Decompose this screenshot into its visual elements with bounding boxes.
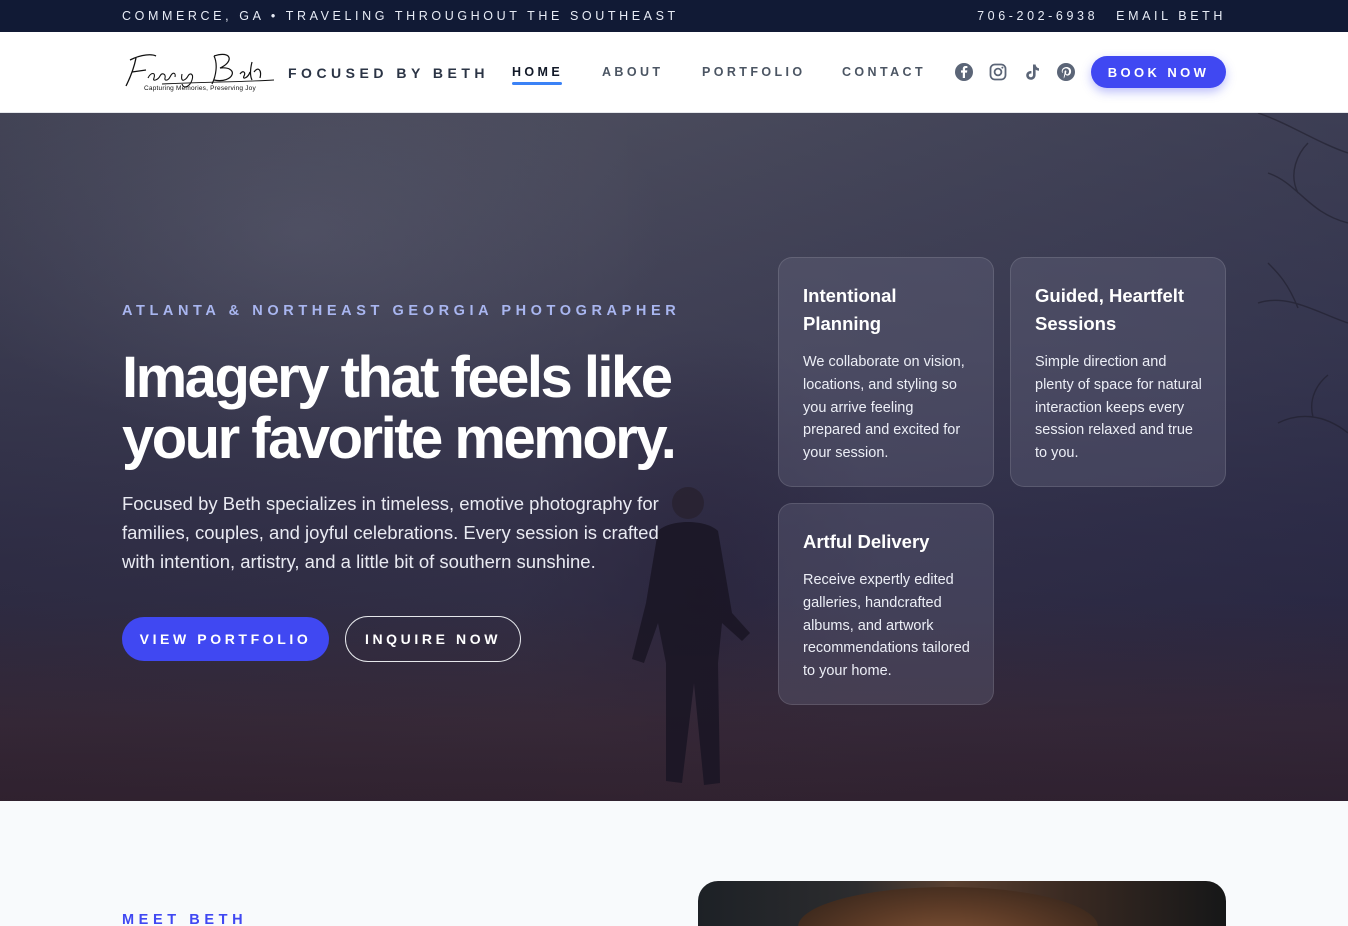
feature-card-planning: Intentional Planning We collaborate on v… xyxy=(778,257,994,487)
logo-tagline: Capturing Memories, Preserving Joy xyxy=(144,85,256,92)
feature-card-body: We collaborate on vision, locations, and… xyxy=(803,354,965,462)
feature-card-body: Simple direction and plenty of space for… xyxy=(1035,354,1202,462)
top-bar-contact: 706-202-6938 EMAIL BETH xyxy=(977,9,1226,23)
beth-portrait-photo xyxy=(698,881,1226,926)
nav-item-about[interactable]: ABOUT xyxy=(602,65,663,79)
hero-lead: Focused by Beth specializes in timeless,… xyxy=(122,493,659,572)
logo[interactable]: Capturing Memories, Preserving Joy xyxy=(122,44,278,100)
hero-section: ATLANTA & NORTHEAST GEORGIA PHOTOGRAPHER… xyxy=(0,113,1348,801)
feature-card-body: Receive expertly edited galleries, handc… xyxy=(803,572,970,680)
instagram-icon[interactable] xyxy=(988,62,1008,82)
view-portfolio-button[interactable]: VIEW PORTFOLIO xyxy=(122,617,329,661)
nav-item-home[interactable]: HOME xyxy=(512,65,563,79)
active-nav-indicator xyxy=(512,82,562,85)
feature-card-delivery: Artful Delivery Receive expertly edited … xyxy=(778,503,994,705)
meet-beth-eyebrow: MEET BETH xyxy=(122,912,248,926)
email-link[interactable]: EMAIL BETH xyxy=(1116,9,1226,23)
hero-eyebrow: ATLANTA & NORTHEAST GEORGIA PHOTOGRAPHER xyxy=(122,303,681,319)
facebook-icon[interactable] xyxy=(954,62,974,82)
hero-headline: Imagery that feels like your favorite me… xyxy=(122,345,677,471)
inquire-now-button[interactable]: INQUIRE NOW xyxy=(345,616,521,662)
tiktok-icon[interactable] xyxy=(1022,62,1042,82)
feature-card-title: Artful Delivery xyxy=(803,531,930,552)
feature-card-title: Guided, Heartfelt Sessions xyxy=(1035,285,1185,334)
pinterest-icon[interactable] xyxy=(1056,62,1076,82)
location-text: COMMERCE, GA • TRAVELING THROUGHOUT THE … xyxy=(122,9,679,23)
nav-item-contact[interactable]: CONTACT xyxy=(842,65,926,79)
top-bar: COMMERCE, GA • TRAVELING THROUGHOUT THE … xyxy=(0,0,1348,32)
book-now-button[interactable]: BOOK NOW xyxy=(1091,56,1226,88)
brand-name: FOCUSED BY BETH xyxy=(288,65,490,81)
portrait-hair xyxy=(798,887,1098,926)
phone-link[interactable]: 706-202-6938 xyxy=(977,9,1098,23)
nav-item-portfolio[interactable]: PORTFOLIO xyxy=(702,65,806,79)
feature-card-sessions: Guided, Heartfelt Sessions Simple direct… xyxy=(1010,257,1226,487)
feature-card-title: Intentional Planning xyxy=(803,285,897,334)
main-navigation: Capturing Memories, Preserving Joy FOCUS… xyxy=(0,32,1348,113)
